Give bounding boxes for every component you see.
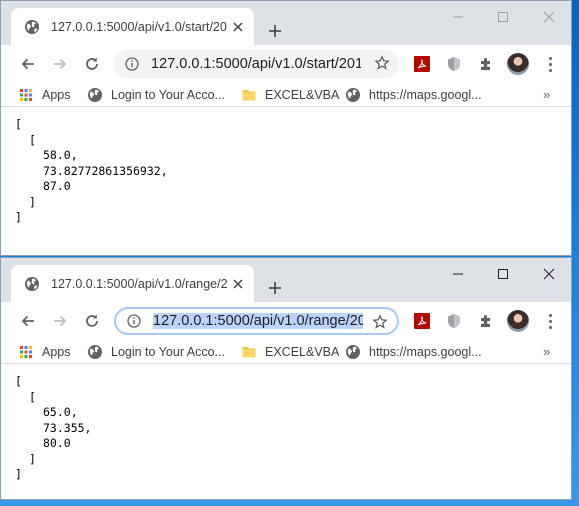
extensions-puzzle-icon[interactable] [477,55,495,73]
json-response: [ [65.0, 73.355, 80.0]] [15,374,571,483]
address-text-selected[interactable]: 127.0.0.1:5000/api/v1.0/range/2016-08-23 [153,311,363,331]
bookmarks-bar: Apps Login to Your Acco... EXCEL&VBA htt… [1,339,571,364]
json-value: 87.0 [43,179,71,193]
title-bar: 127.0.0.1:5000/api/v1.0/range/2016-08-23 [1,258,571,302]
toolbar: 127.0.0.1:5000/api/v1.0/start/2016-08-23 [1,45,571,82]
bookmarks-overflow-chevron-icon[interactable]: » [543,344,550,359]
page-content: [ [65.0, 73.355, 80.0]] [1,364,571,483]
shield-extension-icon[interactable] [445,312,463,330]
json-line: [ [15,374,22,388]
bookmark-label: EXCEL&VBA [265,344,340,359]
forward-arrow-icon[interactable] [50,54,70,74]
json-line: [ [29,389,36,404]
json-value: 73.355, [43,420,92,435]
extensions-puzzle-icon[interactable] [477,312,495,330]
json-value: 73.82772861356932, [43,163,168,178]
menu-kebab-icon[interactable] [542,55,558,73]
bookmark-maps[interactable]: https://maps.googl... [345,343,482,360]
minimize-icon[interactable] [435,258,481,290]
bookmark-label: Apps [42,344,71,359]
json-line: [ [29,132,36,147]
json-response: [ [58.0, 73.82772861356932, 87.0]] [15,117,571,226]
json-line: ] [29,194,36,209]
page-content: [ [58.0, 73.82772861356932, 87.0]] [1,107,571,226]
bookmark-star-icon[interactable] [374,55,390,71]
toolbar: 127.0.0.1:5000/api/v1.0/range/2016-08-23 [1,302,571,339]
pdf-extension-icon[interactable] [413,55,431,73]
address-bar[interactable]: 127.0.0.1:5000/api/v1.0/start/2016-08-23 [114,50,399,78]
globe-icon [345,344,361,360]
tab-close-icon[interactable] [230,276,246,292]
globe-icon [24,19,40,35]
browser-tab[interactable]: 127.0.0.1:5000/api/v1.0/start/2016-08-23 [11,8,254,45]
maximize-icon[interactable] [480,1,526,33]
json-value: 58.0, [43,148,78,162]
reload-icon[interactable] [82,311,102,331]
apps-grid-icon [18,87,34,103]
pdf-extension-icon[interactable] [413,312,431,330]
apps-grid-icon [18,344,34,360]
maximize-icon[interactable] [480,258,526,290]
close-window-icon[interactable] [526,1,571,33]
json-line: ] [15,467,22,481]
bookmark-apps[interactable]: Apps [18,343,71,360]
browser-window-start: 127.0.0.1:5000/api/v1.0/start/2016-08-23 [0,0,572,256]
bookmark-label: Login to Your Acco... [111,344,225,359]
bookmark-excel-vba[interactable]: EXCEL&VBA [241,86,339,103]
json-line: ] [29,451,36,466]
bookmarks-bar: Apps Login to Your Acco... EXCEL&VBA htt… [1,82,571,107]
globe-icon [87,87,103,103]
folder-icon [241,344,257,360]
new-tab-plus-icon[interactable] [265,21,285,41]
bookmark-label: EXCEL&VBA [265,87,340,102]
bookmark-label: https://maps.googl... [369,344,482,359]
bookmark-label: Login to Your Acco... [111,87,225,102]
globe-icon [345,87,361,103]
bookmarks-overflow-chevron-icon[interactable]: » [543,87,550,102]
json-value: 80.0 [43,436,71,450]
reload-icon[interactable] [82,54,102,74]
title-bar: 127.0.0.1:5000/api/v1.0/start/2016-08-23 [1,1,571,45]
browser-tab[interactable]: 127.0.0.1:5000/api/v1.0/range/2016-08-23 [11,265,254,302]
info-icon[interactable] [127,314,141,328]
back-arrow-icon[interactable] [18,54,38,74]
globe-icon [87,344,103,360]
back-arrow-icon[interactable] [18,311,38,331]
bookmark-label: Apps [42,87,71,102]
bookmark-label: https://maps.googl... [369,87,482,102]
bookmark-apps[interactable]: Apps [18,86,71,103]
minimize-icon[interactable] [435,1,481,33]
bookmark-star-icon[interactable] [372,314,388,330]
new-tab-plus-icon[interactable] [265,278,285,298]
profile-avatar[interactable] [507,310,529,332]
tab-close-icon[interactable] [230,19,246,35]
bookmark-login[interactable]: Login to Your Acco... [87,86,225,103]
globe-icon [24,276,40,292]
bookmark-excel-vba[interactable]: EXCEL&VBA [241,343,339,360]
bookmark-login[interactable]: Login to Your Acco... [87,343,225,360]
json-line: ] [15,210,22,224]
bookmark-maps[interactable]: https://maps.googl... [345,86,482,103]
info-icon[interactable] [125,57,139,71]
shield-extension-icon[interactable] [445,55,463,73]
folder-icon [241,87,257,103]
browser-window-range: 127.0.0.1:5000/api/v1.0/range/2016-08-23 [0,257,572,500]
forward-arrow-icon[interactable] [50,311,70,331]
profile-avatar[interactable] [507,53,529,75]
tab-title: 127.0.0.1:5000/api/v1.0/range/2016-08-23 [51,276,227,291]
menu-kebab-icon[interactable] [542,312,558,330]
json-line: [ [15,117,22,131]
close-window-icon[interactable] [526,258,571,290]
address-bar[interactable]: 127.0.0.1:5000/api/v1.0/range/2016-08-23 [114,307,399,335]
json-value: 65.0, [43,405,78,419]
tab-title: 127.0.0.1:5000/api/v1.0/start/2016-08-23 [51,19,227,34]
address-text[interactable]: 127.0.0.1:5000/api/v1.0/start/2016-08-23 [151,54,361,74]
